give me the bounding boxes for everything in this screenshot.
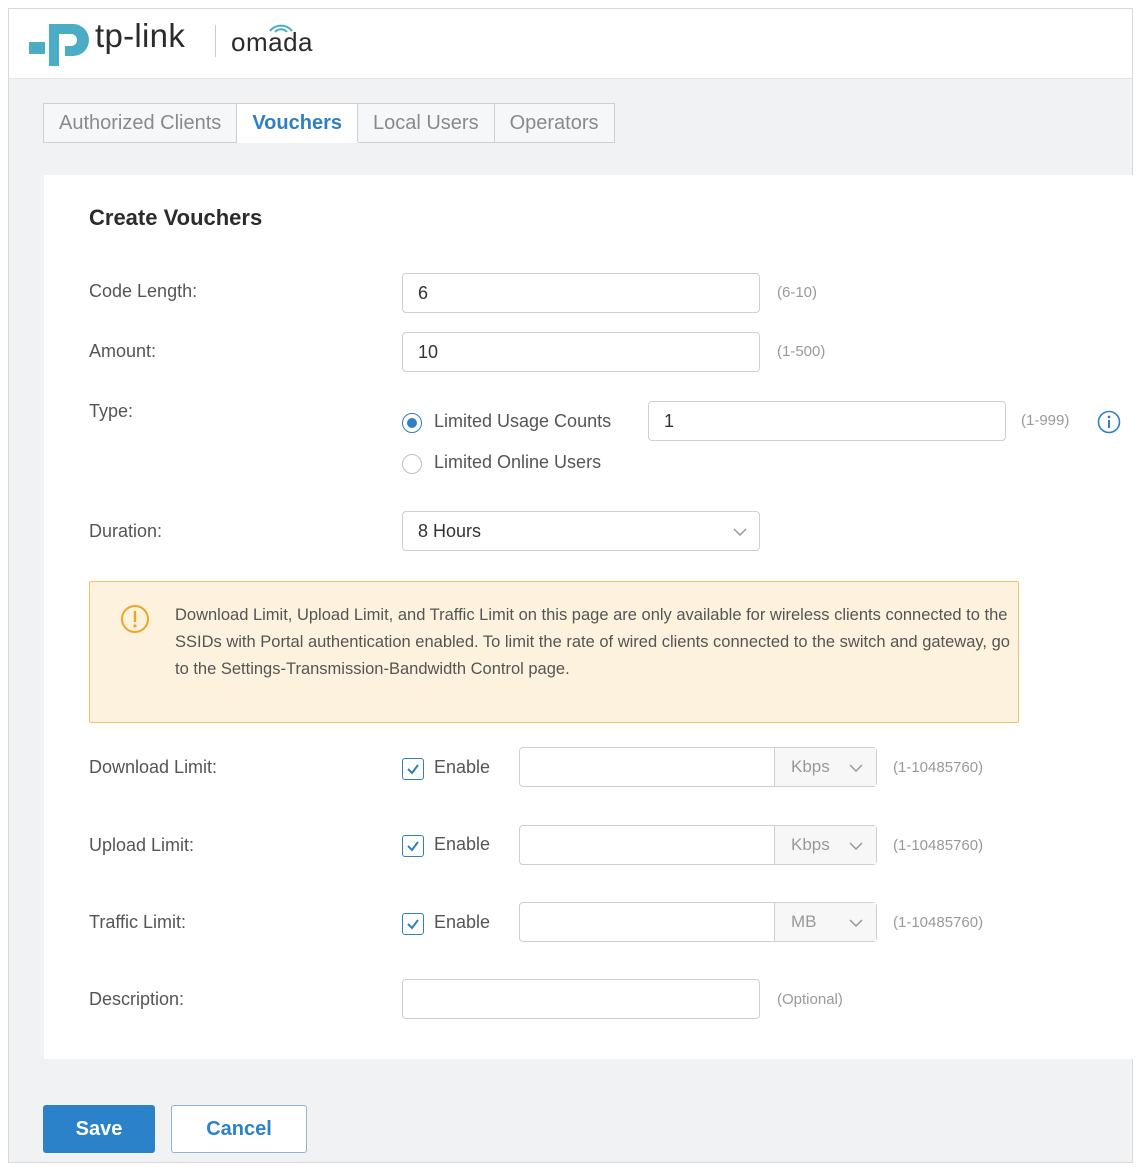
traffic-unit-select[interactable]: MB	[774, 903, 876, 941]
tab-authorized-clients[interactable]: Authorized Clients	[43, 103, 238, 143]
usage-count-hint: (1-999)	[1021, 412, 1070, 429]
traffic-limit-label: Traffic Limit:	[89, 912, 187, 932]
download-limit-hint: (1-10485760)	[893, 759, 984, 776]
tab-local-users[interactable]: Local Users	[357, 103, 495, 143]
brand-name: tp-link	[95, 17, 186, 54]
tp-link-logo-icon	[29, 24, 89, 66]
upload-unit-select[interactable]: Kbps	[774, 826, 876, 864]
warning-banner: Download Limit, Upload Limit, and Traffi…	[89, 581, 1019, 723]
code-length-label: Code Length:	[89, 281, 198, 301]
upload-limit-label: Upload Limit:	[89, 835, 195, 855]
create-vouchers-panel: Create Vouchers Code Length: 6 (6-10) Am…	[44, 175, 1134, 1059]
check-icon	[407, 919, 419, 930]
radio-label-limited-usage-counts: Limited Usage Counts	[434, 411, 612, 431]
amount-label: Amount:	[89, 341, 157, 361]
amount-hint: (1-500)	[777, 343, 826, 360]
chevron-down-icon	[849, 842, 863, 850]
type-label: Type:	[89, 401, 134, 421]
duration-select[interactable]: 8 Hours	[402, 511, 760, 551]
warning-text: Download Limit, Upload Limit, and Traffi…	[175, 606, 1010, 678]
tab-vouchers[interactable]: Vouchers	[237, 103, 358, 143]
traffic-limit-hint: (1-10485760)	[893, 914, 984, 931]
check-icon	[407, 841, 419, 852]
upload-enable-label: Enable	[434, 834, 491, 854]
traffic-enable-label: Enable	[434, 912, 491, 932]
usage-count-input[interactable]: 1	[648, 401, 1006, 441]
download-limit-checkbox[interactable]	[402, 758, 424, 780]
duration-value: 8 Hours	[418, 520, 482, 541]
radio-limited-usage-counts[interactable]	[402, 413, 422, 433]
app-window: tp-link omada Authorized Clients Voucher…	[8, 8, 1134, 1163]
chevron-down-icon	[733, 528, 747, 536]
traffic-limit-input[interactable]: MB	[519, 902, 877, 942]
description-hint: (Optional)	[777, 991, 843, 1008]
tab-bar: Authorized Clients Vouchers Local Users …	[43, 103, 615, 143]
warning-icon	[121, 605, 149, 633]
product-name: omada	[231, 27, 313, 57]
chevron-down-icon	[849, 919, 863, 927]
logo-divider	[215, 25, 216, 57]
description-label: Description:	[89, 989, 185, 1009]
save-button[interactable]: Save	[43, 1105, 155, 1153]
amount-input[interactable]: 10	[402, 332, 760, 372]
check-icon	[407, 764, 419, 775]
download-limit-label: Download Limit:	[89, 757, 218, 777]
header: tp-link omada	[9, 9, 1132, 79]
radio-limited-online-users[interactable]	[402, 454, 422, 474]
traffic-limit-checkbox[interactable]	[402, 913, 424, 935]
duration-label: Duration:	[89, 521, 163, 541]
code-length-hint: (6-10)	[777, 284, 818, 301]
info-icon[interactable]	[1097, 410, 1121, 434]
radio-label-limited-online-users: Limited Online Users	[434, 452, 602, 472]
chevron-down-icon	[849, 764, 863, 772]
download-limit-input[interactable]: Kbps	[519, 747, 877, 787]
upload-limit-hint: (1-10485760)	[893, 837, 984, 854]
download-enable-label: Enable	[434, 757, 491, 777]
tab-operators[interactable]: Operators	[494, 103, 615, 143]
upload-limit-input[interactable]: Kbps	[519, 825, 877, 865]
panel-title: Create Vouchers	[89, 205, 263, 230]
upload-unit-value: Kbps	[791, 835, 830, 854]
description-input[interactable]	[402, 979, 760, 1019]
code-length-input[interactable]: 6	[402, 273, 760, 313]
upload-limit-checkbox[interactable]	[402, 835, 424, 857]
download-unit-select[interactable]: Kbps	[774, 748, 876, 786]
traffic-unit-value: MB	[791, 912, 817, 931]
download-unit-value: Kbps	[791, 757, 830, 776]
cancel-button[interactable]: Cancel	[171, 1105, 307, 1153]
